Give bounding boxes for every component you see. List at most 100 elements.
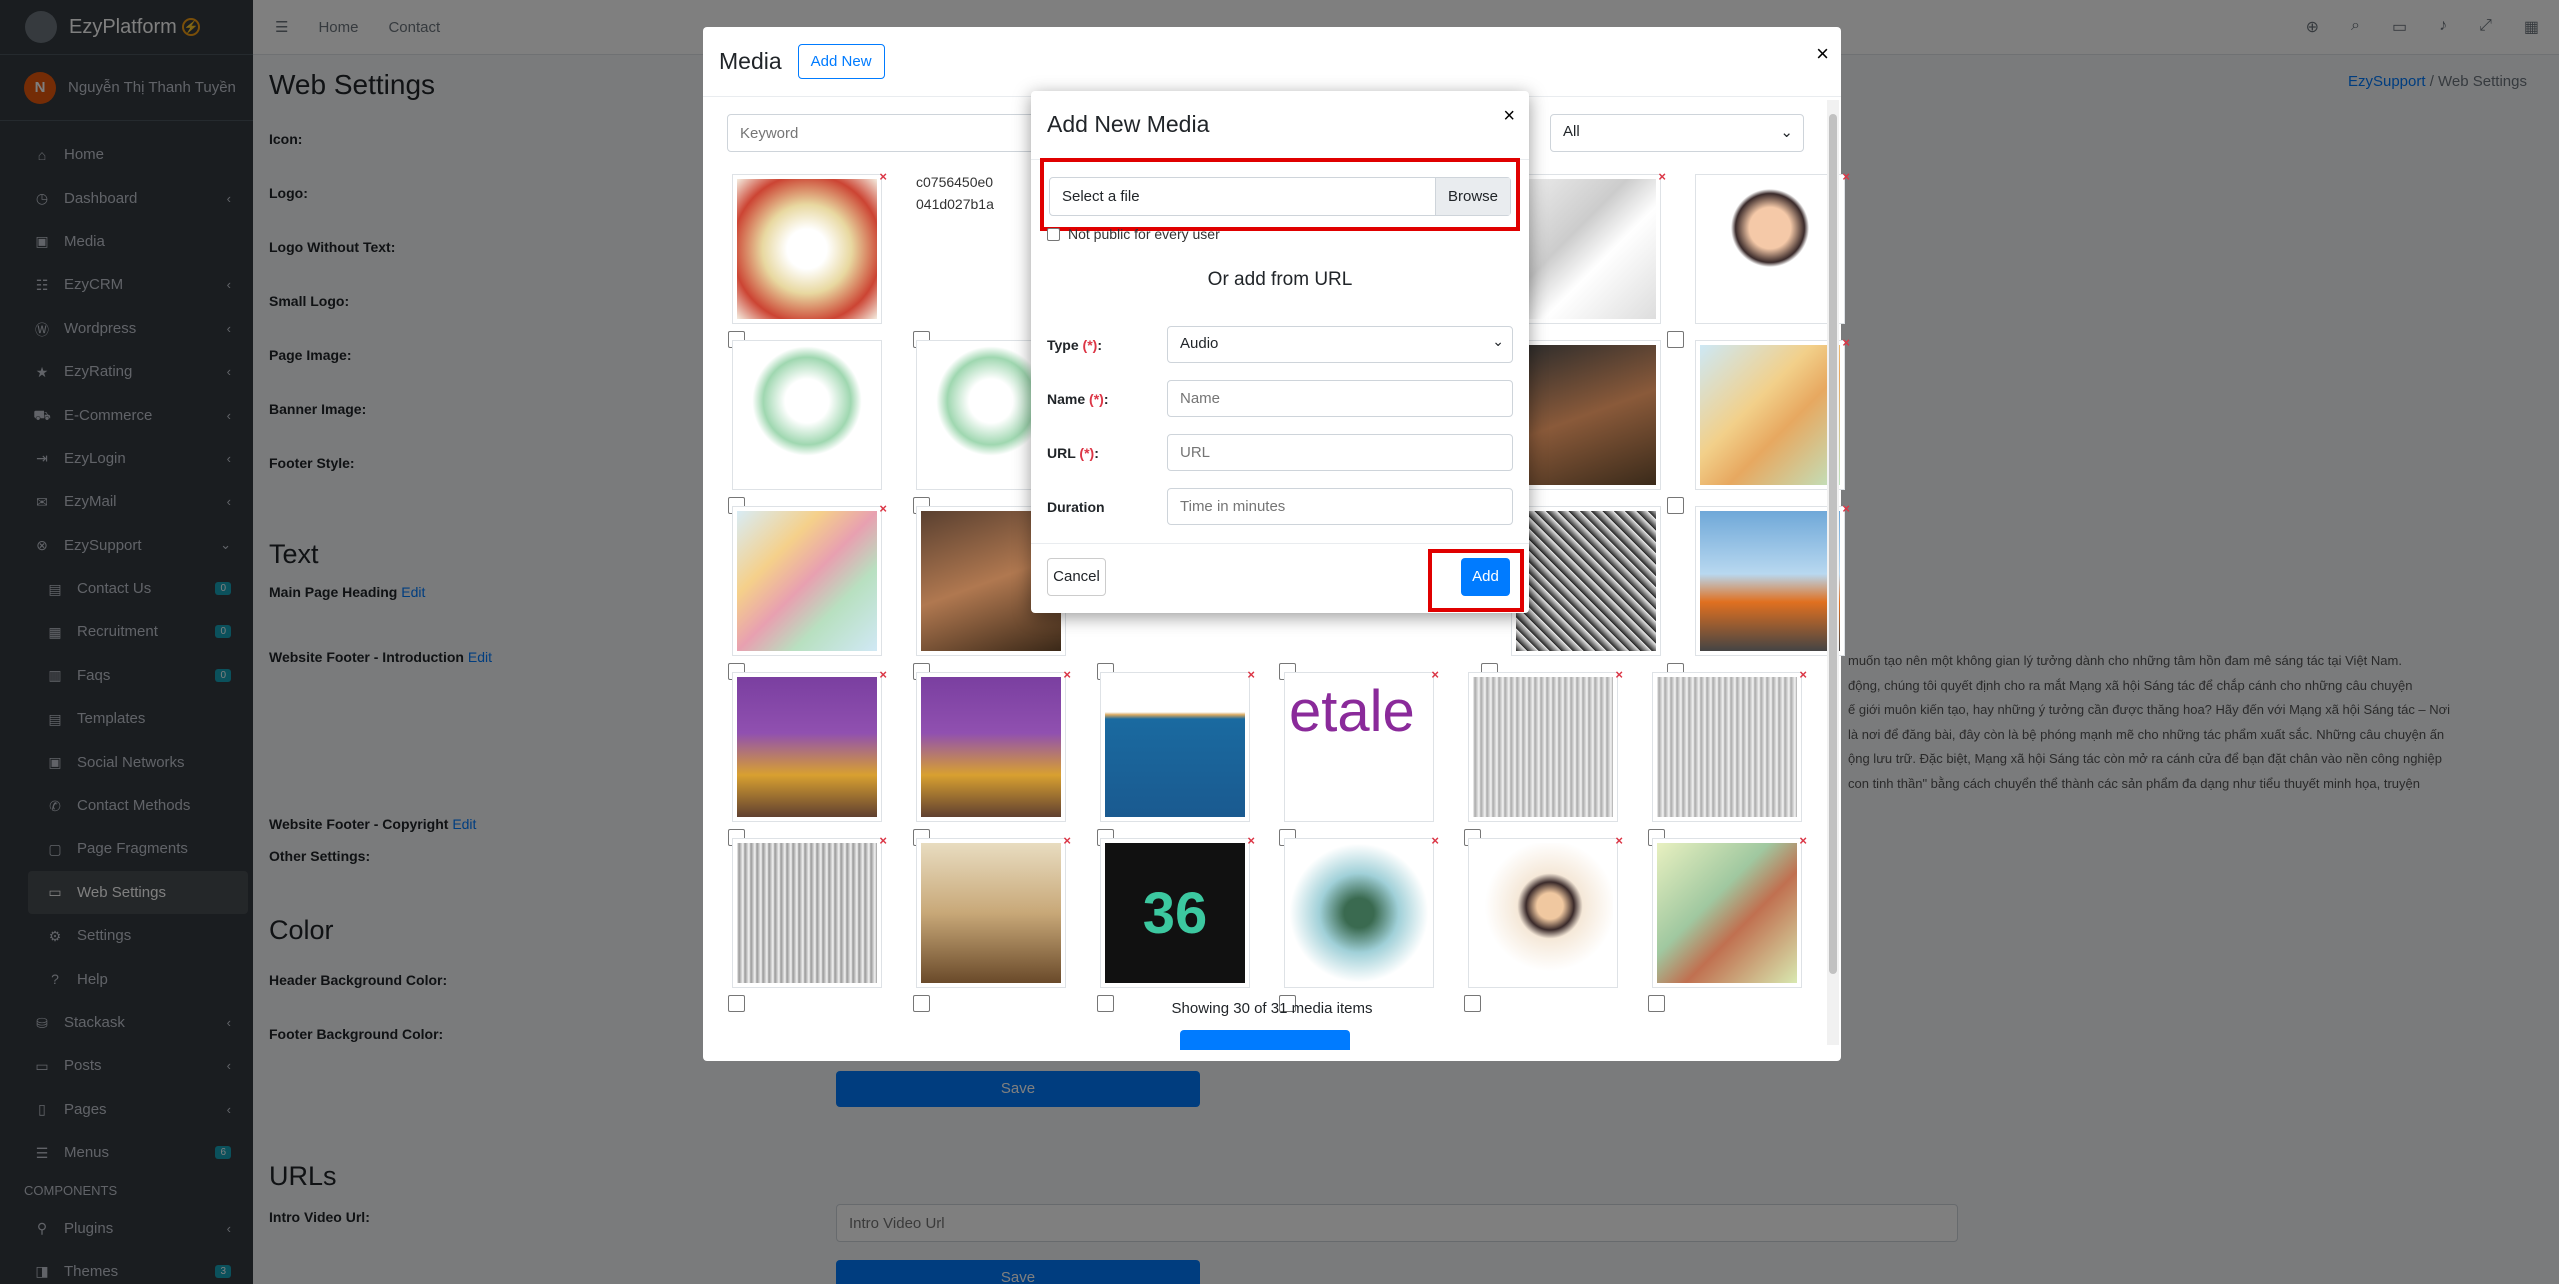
media-item[interactable]: ×: [1695, 501, 1850, 656]
media-thumbnail: [1289, 843, 1429, 983]
media-thumbnail: [1700, 345, 1840, 485]
media-thumbnail: [1700, 179, 1840, 319]
add-media-modal: Add New Media × Select a file Browse Not…: [1031, 91, 1529, 613]
delete-icon[interactable]: ×: [879, 667, 887, 682]
media-item[interactable]: etale ×: [1284, 667, 1439, 822]
media-modal-header: Media Add New: [703, 27, 1841, 97]
chevron-down-icon: ⌄: [1492, 333, 1504, 349]
type-select[interactable]: Audio ⌄: [1167, 326, 1513, 363]
add-button[interactable]: Add: [1461, 558, 1510, 596]
delete-icon[interactable]: ×: [1799, 667, 1807, 682]
media-item[interactable]: ×: [916, 667, 1071, 822]
delete-icon[interactable]: ×: [1063, 833, 1071, 848]
label-text: Type: [1047, 337, 1079, 353]
not-public-row: Not public for every user: [1047, 226, 1220, 242]
name-input[interactable]: [1167, 380, 1513, 417]
media-item[interactable]: ×: [916, 833, 1071, 988]
media-item[interactable]: ×: [1511, 169, 1666, 324]
scrollbar-thumb[interactable]: [1829, 114, 1837, 974]
media-item[interactable]: 36 ×: [1100, 833, 1255, 988]
delete-icon[interactable]: ×: [879, 169, 887, 184]
media-thumbnail: [737, 345, 877, 485]
media-thumbnail: [1516, 345, 1656, 485]
media-item[interactable]: ×: [1652, 833, 1807, 988]
delete-icon[interactable]: ×: [1431, 833, 1439, 848]
label-text: URL: [1047, 445, 1076, 461]
keyword-input[interactable]: [727, 114, 1042, 152]
media-thumbnail: [737, 511, 877, 651]
media-thumbnail: [1657, 677, 1797, 817]
media-thumbnail: [1473, 843, 1613, 983]
media-item[interactable]: ×: [732, 833, 887, 988]
media-thumbnail: [1516, 511, 1656, 651]
file-input[interactable]: Select a file Browse: [1049, 177, 1511, 216]
close-icon[interactable]: ×: [1816, 41, 1829, 67]
media-item[interactable]: ×: [1468, 833, 1623, 988]
media-item[interactable]: ×: [1695, 169, 1850, 324]
add-new-button[interactable]: Add New: [797, 44, 885, 79]
delete-icon[interactable]: ×: [1615, 833, 1623, 848]
media-item[interactable]: ×: [1468, 667, 1623, 822]
browse-button[interactable]: Browse: [1435, 178, 1510, 215]
duration-input[interactable]: [1167, 488, 1513, 525]
not-public-label: Not public for every user: [1068, 226, 1220, 242]
duration-label: Duration: [1047, 499, 1105, 515]
delete-icon[interactable]: ×: [1431, 667, 1439, 682]
close-icon[interactable]: ×: [1503, 105, 1515, 128]
divider: [1031, 543, 1529, 544]
media-checkbox[interactable]: [1667, 497, 1684, 514]
media-item[interactable]: ×: [732, 501, 887, 656]
not-public-checkbox[interactable]: [1047, 227, 1060, 241]
media-count: Showing 30 of 31 media items: [1171, 1000, 1373, 1017]
media-item[interactable]: ×: [1695, 335, 1850, 490]
filter-value: All: [1563, 123, 1580, 140]
delete-icon[interactable]: ×: [1063, 667, 1071, 682]
file-input-label: Select a file: [1062, 188, 1140, 205]
cancel-button[interactable]: Cancel: [1047, 558, 1106, 596]
vertical-scrollbar[interactable]: [1827, 100, 1839, 1045]
media-thumbnail: 36: [1105, 843, 1245, 983]
media-thumbnail: [1516, 179, 1656, 319]
media-item[interactable]: [732, 340, 882, 490]
delete-icon[interactable]: ×: [1658, 169, 1666, 184]
media-thumbnail: etale: [1289, 677, 1429, 817]
media-thumbnail: [1657, 843, 1797, 983]
media-item[interactable]: [1511, 340, 1661, 490]
media-item[interactable]: ×: [1100, 667, 1255, 822]
media-thumbnail: [737, 179, 877, 319]
media-thumbnail: [1700, 511, 1840, 651]
load-more-button[interactable]: [1180, 1030, 1350, 1050]
or-url-heading: Or add from URL: [1207, 269, 1353, 290]
media-modal-title: Media: [719, 48, 782, 74]
url-input[interactable]: [1167, 434, 1513, 471]
media-checkbox[interactable]: [1667, 331, 1684, 348]
delete-icon[interactable]: ×: [1799, 833, 1807, 848]
media-item[interactable]: ×: [732, 667, 887, 822]
required-mark: (*): [1079, 445, 1095, 461]
media-item[interactable]: [1511, 506, 1661, 656]
media-thumbnail: [921, 843, 1061, 983]
media-item[interactable]: ×: [732, 169, 887, 324]
required-mark: (*): [1089, 391, 1104, 407]
media-filter-select[interactable]: All ⌄: [1550, 114, 1804, 152]
label-text: Name: [1047, 391, 1086, 407]
delete-icon[interactable]: ×: [1842, 169, 1850, 184]
type-label: Type (*):: [1047, 337, 1102, 353]
broken-image: c0756450e0041d027b1a1d3bb42: [916, 174, 994, 221]
media-thumbnail: [737, 843, 877, 983]
delete-icon[interactable]: ×: [1615, 667, 1623, 682]
delete-icon[interactable]: ×: [879, 833, 887, 848]
delete-icon[interactable]: ×: [1247, 833, 1255, 848]
add-media-title: Add New Media: [1047, 111, 1210, 137]
type-value: Audio: [1180, 335, 1219, 352]
media-item[interactable]: ×: [1284, 833, 1439, 988]
media-item[interactable]: ×: [1652, 667, 1807, 822]
media-thumbnail: [1473, 677, 1613, 817]
delete-icon[interactable]: ×: [1842, 501, 1850, 516]
delete-icon[interactable]: ×: [1842, 335, 1850, 350]
media-thumbnail: [1105, 677, 1245, 817]
delete-icon[interactable]: ×: [879, 501, 887, 516]
delete-icon[interactable]: ×: [1247, 667, 1255, 682]
url-label: URL (*):: [1047, 445, 1099, 461]
chevron-down-icon: ⌄: [1780, 124, 1793, 141]
